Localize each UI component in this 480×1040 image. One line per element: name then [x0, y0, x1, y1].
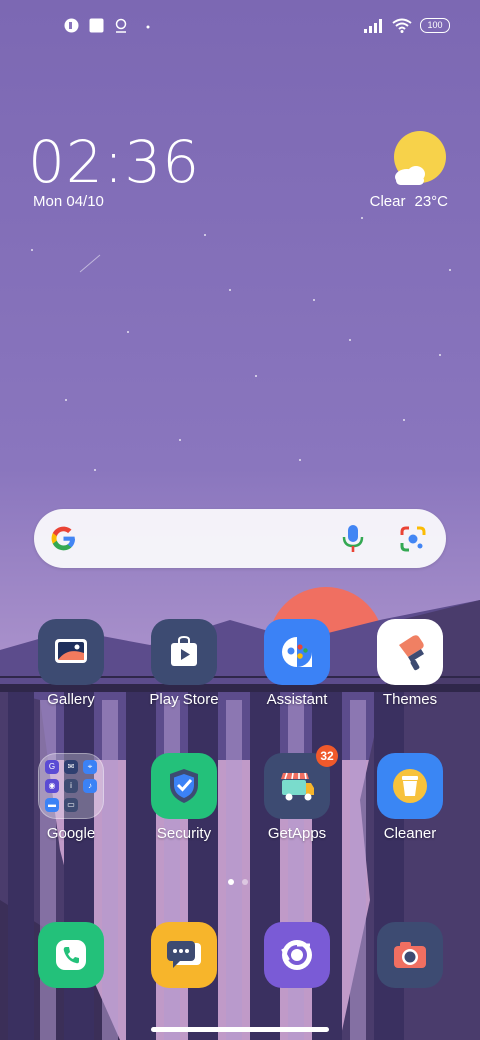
- google-g-icon[interactable]: [50, 525, 77, 552]
- wifi-icon: [392, 18, 412, 33]
- folder-mini-maps: ⌖: [83, 760, 97, 774]
- clock-date[interactable]: Mon 04/10: [33, 193, 104, 210]
- page-indicator[interactable]: [228, 879, 248, 885]
- app-getapps[interactable]: 32 GetApps: [247, 745, 347, 842]
- weather-temperature: 23°C: [414, 193, 448, 210]
- cleaner-bin-icon: [393, 769, 427, 803]
- dock-phone[interactable]: [21, 922, 121, 988]
- folder-mini-photos: ▭: [64, 798, 78, 812]
- app-label: Themes: [382, 691, 438, 708]
- app-google-folder[interactable]: G ✉ ⌖ ◉ i ♪ ▬ ▭ Google: [21, 753, 121, 842]
- home-indicator-bar[interactable]: [151, 1027, 329, 1032]
- page-dot[interactable]: [242, 879, 248, 885]
- app-label: Security: [156, 825, 212, 842]
- microphone-icon[interactable]: [342, 524, 364, 553]
- app-label: Gallery: [47, 691, 95, 708]
- dot-indicator: [146, 25, 150, 29]
- gallery-icon: [55, 639, 87, 663]
- lens-icon[interactable]: [400, 526, 426, 552]
- folder-mini-tv: ▬: [45, 798, 59, 812]
- messages-icon: [167, 941, 201, 968]
- folder-mini-gmail: ✉: [64, 760, 78, 774]
- folder-mini-music: ♪: [83, 779, 97, 793]
- app-label: Play Store: [149, 691, 219, 708]
- dock-browser[interactable]: [247, 922, 347, 988]
- phone-icon: [56, 940, 86, 970]
- notification-badge: 32: [316, 745, 338, 767]
- app-assistant[interactable]: Assistant: [247, 619, 347, 708]
- folder-mini-duo: ◉: [45, 779, 59, 793]
- app-play-store[interactable]: Play Store: [134, 619, 234, 708]
- google-folder-icon: G ✉ ⌖ ◉ i ♪ ▬ ▭: [45, 760, 97, 812]
- weather-info[interactable]: Clear 23°C: [370, 193, 448, 210]
- location-notification-icon: [115, 18, 127, 33]
- dock-camera[interactable]: [360, 922, 460, 988]
- sun-cloud-icon[interactable]: [390, 130, 450, 190]
- folder-mini-google: G: [45, 760, 59, 774]
- app-cleaner[interactable]: Cleaner: [360, 753, 460, 842]
- square-notification-icon: [89, 18, 104, 33]
- security-shield-icon: [170, 769, 198, 803]
- signal-icon: [364, 18, 382, 33]
- weather-condition: Clear: [369, 193, 406, 210]
- battery-indicator: 100: [420, 18, 450, 33]
- play-store-icon: [171, 636, 197, 666]
- camera-icon: [394, 942, 426, 968]
- clock-time[interactable]: 02:36: [28, 130, 200, 194]
- app-label: Cleaner: [383, 825, 437, 842]
- themes-brush-icon: [399, 635, 424, 671]
- app-label: Google: [46, 825, 96, 842]
- app-notification-icon: [64, 18, 79, 33]
- google-search-bar[interactable]: [34, 509, 446, 568]
- dock-messages[interactable]: [134, 922, 234, 988]
- status-bar: 100: [0, 0, 480, 56]
- chrome-browser-icon: [281, 940, 312, 970]
- page-dot-active[interactable]: [228, 879, 234, 885]
- assistant-icon: [282, 637, 312, 667]
- folder-mini-info: i: [64, 779, 78, 793]
- getapps-truck-icon: [281, 772, 314, 801]
- app-security[interactable]: Security: [134, 753, 234, 842]
- app-label: GetApps: [267, 825, 327, 842]
- app-gallery[interactable]: Gallery: [21, 619, 121, 708]
- app-label: Assistant: [266, 691, 328, 708]
- app-themes[interactable]: Themes: [360, 619, 460, 708]
